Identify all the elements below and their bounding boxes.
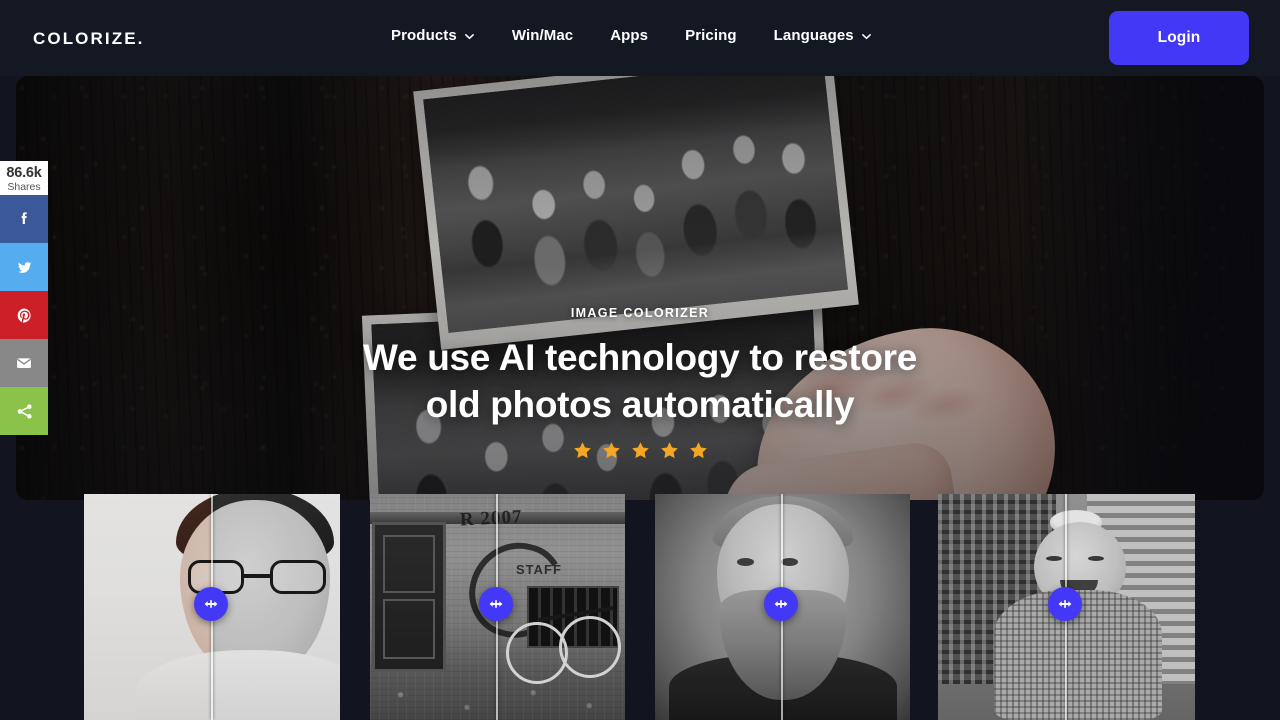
nav-item-products[interactable]: Products bbox=[391, 27, 475, 44]
left-right-arrows-icon bbox=[202, 595, 220, 613]
nav-item-languages[interactable]: Languages bbox=[774, 27, 872, 44]
nav-item-languages-label: Languages bbox=[773, 27, 854, 44]
star-icon bbox=[659, 440, 680, 461]
facebook-icon bbox=[14, 209, 34, 229]
hero-headline: We use AI technology to restore old phot… bbox=[16, 334, 1264, 429]
social-share-rail: 86.6k Shares bbox=[0, 161, 48, 435]
share-nodes-icon bbox=[14, 401, 35, 422]
comparison-card-man-with-glasses[interactable] bbox=[84, 494, 340, 720]
comparison-slider-handle[interactable] bbox=[194, 587, 228, 621]
comparison-slider-handle[interactable] bbox=[764, 587, 798, 621]
nav-item-products-label: Products bbox=[391, 27, 457, 44]
nav-item-winmac[interactable]: Win/Mac bbox=[512, 27, 573, 44]
nav-item-apps-label: Apps bbox=[610, 27, 649, 44]
star-icon bbox=[572, 440, 593, 461]
landing-page: COLORIZE. Products Win/Mac Apps Pricing … bbox=[0, 0, 1280, 720]
hero-eyebrow: IMAGE COLORIZER bbox=[570, 306, 710, 320]
twitter-share-button[interactable] bbox=[0, 243, 48, 291]
pinterest-icon bbox=[14, 305, 35, 326]
hero-copy: IMAGE COLORIZER We use AI technology to … bbox=[16, 306, 1264, 461]
comparison-card-vintage-baby[interactable] bbox=[938, 494, 1195, 720]
share-count-box: 86.6k Shares bbox=[0, 161, 48, 195]
rating-stars bbox=[16, 440, 1264, 461]
facebook-share-button[interactable] bbox=[0, 195, 48, 243]
comparison-card-vintage-bearded-man[interactable] bbox=[655, 494, 910, 720]
left-right-arrows-icon bbox=[1056, 595, 1074, 613]
hero-headline-line-1: We use AI technology to restore bbox=[362, 337, 918, 378]
left-right-arrows-icon bbox=[772, 595, 790, 613]
comparison-slider-handle[interactable] bbox=[479, 587, 513, 621]
nav-item-pricing-label: Pricing bbox=[685, 27, 737, 44]
chevron-down-icon bbox=[464, 31, 475, 42]
chevron-down-icon bbox=[861, 31, 872, 42]
hero-headline-line-2: old photos automatically bbox=[425, 384, 855, 426]
share-count-label: Shares bbox=[7, 180, 41, 193]
brand-logo[interactable]: COLORIZE. bbox=[33, 29, 144, 49]
top-navigation-bar: COLORIZE. Products Win/Mac Apps Pricing … bbox=[0, 0, 1280, 76]
share-count-value: 86.6k bbox=[6, 165, 42, 182]
hero-section: IMAGE COLORIZER We use AI technology to … bbox=[16, 76, 1264, 500]
email-share-button[interactable] bbox=[0, 339, 48, 387]
star-icon bbox=[601, 440, 622, 461]
nav-item-pricing[interactable]: Pricing bbox=[685, 27, 737, 44]
primary-nav: Products Win/Mac Apps Pricing Languages bbox=[391, 27, 872, 44]
nav-item-apps[interactable]: Apps bbox=[610, 27, 648, 44]
comparison-cards-row: R 2007 STAFF bbox=[0, 494, 1280, 720]
comparison-card-graffiti-wall[interactable]: R 2007 STAFF bbox=[370, 494, 625, 720]
star-icon bbox=[688, 440, 709, 461]
nav-item-winmac-label: Win/Mac bbox=[511, 27, 574, 44]
left-right-arrows-icon bbox=[487, 595, 505, 613]
comparison-slider-handle[interactable] bbox=[1048, 587, 1082, 621]
more-share-button[interactable] bbox=[0, 387, 48, 435]
login-button[interactable]: Login bbox=[1109, 11, 1249, 65]
twitter-icon bbox=[14, 257, 35, 278]
envelope-icon bbox=[13, 352, 35, 374]
pinterest-share-button[interactable] bbox=[0, 291, 48, 339]
star-icon bbox=[630, 440, 651, 461]
